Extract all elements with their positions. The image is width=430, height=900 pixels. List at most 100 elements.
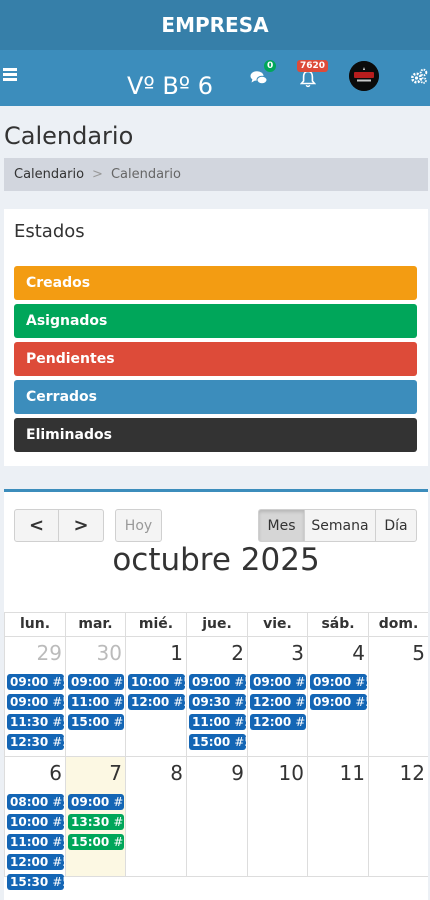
event-time: 15:00 xyxy=(192,735,231,749)
state-closed[interactable]: Cerrados xyxy=(14,380,417,414)
calendar-event[interactable]: 10:00#51 xyxy=(7,814,64,830)
day-number[interactable]: 1 xyxy=(170,641,183,665)
event-label: #51 xyxy=(52,715,64,729)
messages-button[interactable]: 0 xyxy=(250,60,277,88)
calendar-day[interactable]: 6 08:00#51 10:00#51 11:00#51 12:00#51 15:30#5… xyxy=(4,756,66,890)
calendar-event[interactable]: 09:00#51 xyxy=(189,674,246,690)
day-number[interactable]: 2 xyxy=(231,641,244,665)
calendar-event[interactable]: 12:00#51 xyxy=(250,694,306,710)
event-label: #51 xyxy=(295,715,306,729)
user-avatar[interactable] xyxy=(349,61,379,91)
next-button[interactable]: > xyxy=(58,509,104,542)
event-label: #51 xyxy=(295,695,306,709)
event-label: #51 xyxy=(234,675,246,689)
calendar-day[interactable]: 209:00#5109:30#5111:00#5115:00#51 xyxy=(186,636,248,757)
calendar-event[interactable]: 09:00#51 xyxy=(68,794,124,810)
calendar-event[interactable]: 09:00#51 xyxy=(310,694,367,710)
prev-button[interactable]: < xyxy=(14,509,59,542)
day-number[interactable]: 4 xyxy=(352,641,365,665)
day-number[interactable]: 8 xyxy=(170,761,183,785)
event-label: #51 xyxy=(113,695,124,709)
event-label: #51 xyxy=(113,715,124,729)
calendar-event[interactable]: 09:00#51 xyxy=(68,674,124,690)
calendar-event[interactable]: 15:00#51 xyxy=(68,714,124,730)
day-number[interactable]: 12 xyxy=(400,761,425,785)
calendar-day[interactable]: 11 xyxy=(307,756,369,877)
weekday-header: dom. xyxy=(368,612,428,637)
notifications-button[interactable]: 7620 xyxy=(297,60,329,90)
calendar-event[interactable]: 09:30#51 xyxy=(189,694,246,710)
day-number[interactable]: 9 xyxy=(231,761,244,785)
calendar-day[interactable]: 2909:00#5109:00#5111:30#5112:30#51 xyxy=(4,636,66,757)
event-time: 11:00 xyxy=(71,695,110,709)
calendar-event[interactable]: 12:00#51 xyxy=(7,854,64,870)
event-time: 09:00 xyxy=(10,675,49,689)
settings-button[interactable] xyxy=(410,68,430,86)
page-title: Calendario xyxy=(4,122,134,150)
notifications-count-badge: 7620 xyxy=(297,60,329,72)
calendar-event[interactable]: 11:00#51 xyxy=(189,714,246,730)
calendar-day[interactable]: 3009:00#5111:00#5115:00#51 xyxy=(65,636,126,757)
gears-icon xyxy=(411,68,428,84)
event-label: #51 xyxy=(295,675,306,689)
calendar-event[interactable]: 15:00#51 xyxy=(189,734,246,750)
day-number[interactable]: 29 xyxy=(37,641,62,665)
calendar-event[interactable]: 09:00#51 xyxy=(7,674,64,690)
event-time: 09:00 xyxy=(71,675,110,689)
calendar-event[interactable]: 09:00#51 xyxy=(7,694,64,710)
states-panel: Estados Creados Asignados Pendientes Cer… xyxy=(4,209,428,466)
calendar-day[interactable]: 12 xyxy=(368,756,428,877)
calendar-day[interactable]: 7 09:00#51 13:30#51 15:00#51 xyxy=(65,756,126,877)
event-time: 15:30 xyxy=(10,875,49,889)
weekday-header: jue. xyxy=(186,612,248,637)
event-time: 12:00 xyxy=(131,695,170,709)
calendar-day[interactable]: 1 10:00#51 12:00#51 xyxy=(125,636,187,757)
comments-icon xyxy=(250,71,268,85)
event-time: 09:00 xyxy=(253,675,292,689)
calendar-day[interactable]: 9 xyxy=(186,756,248,877)
calendar-event[interactable]: 11:00#51 xyxy=(7,834,64,850)
day-number[interactable]: 30 xyxy=(97,641,122,665)
calendar-day[interactable]: 409:00#5109:00#51 xyxy=(307,636,369,757)
calendar-event[interactable]: 09:00#51 xyxy=(310,674,367,690)
view-day-button[interactable]: Día xyxy=(375,509,417,542)
top-navbar: Vº Bº 6 0 7620 xyxy=(0,50,430,106)
calendar-event[interactable]: 15:30#51 xyxy=(7,874,64,890)
event-label: #51 xyxy=(355,675,367,689)
calendar-day[interactable]: 5 xyxy=(368,636,428,757)
avatar-image xyxy=(349,61,379,91)
calendar-title: octubre 2025 xyxy=(112,542,320,578)
state-assigned[interactable]: Asignados xyxy=(14,304,417,338)
breadcrumb-home-link[interactable]: Calendario xyxy=(14,167,84,182)
view-week-button[interactable]: Semana xyxy=(304,509,376,542)
state-pending[interactable]: Pendientes xyxy=(14,342,417,376)
state-deleted[interactable]: Eliminados xyxy=(14,418,417,452)
state-created[interactable]: Creados xyxy=(14,266,417,300)
breadcrumb: Calendario > Calendario xyxy=(4,158,428,191)
calendar-event[interactable]: 10:00#51 xyxy=(128,674,185,690)
day-number[interactable]: 3 xyxy=(291,641,304,665)
calendar-day[interactable]: 8 xyxy=(125,756,187,877)
view-month-button[interactable]: Mes xyxy=(258,509,305,542)
calendar-event[interactable]: 08:00#51 xyxy=(7,794,64,810)
menu-toggle-icon[interactable] xyxy=(3,67,17,81)
calendar-day[interactable]: 309:00#5112:00#5112:00#51 xyxy=(247,636,308,757)
calendar-event[interactable]: 09:00#51 xyxy=(250,674,306,690)
today-button[interactable]: Hoy xyxy=(115,509,162,542)
weekday-header: vie. xyxy=(247,612,308,637)
calendar-event[interactable]: 11:00#51 xyxy=(68,694,124,710)
day-number[interactable]: 7 xyxy=(109,761,122,785)
day-number[interactable]: 5 xyxy=(412,641,425,665)
calendar-day[interactable]: 10 xyxy=(247,756,308,877)
calendar-event[interactable]: 12:00#51 xyxy=(250,714,306,730)
app-title: EMPRESA xyxy=(161,13,269,37)
calendar-event[interactable]: 15:00#51 xyxy=(68,834,124,850)
day-number[interactable]: 6 xyxy=(49,761,62,785)
calendar-event[interactable]: 11:30#51 xyxy=(7,714,64,730)
day-number[interactable]: 10 xyxy=(279,761,304,785)
event-time: 09:00 xyxy=(313,675,352,689)
day-number[interactable]: 11 xyxy=(340,761,365,785)
calendar-event[interactable]: 13:30#51 xyxy=(68,814,124,830)
calendar-event[interactable]: 12:00#51 xyxy=(128,694,185,710)
calendar-event[interactable]: 12:30#51 xyxy=(7,734,64,750)
